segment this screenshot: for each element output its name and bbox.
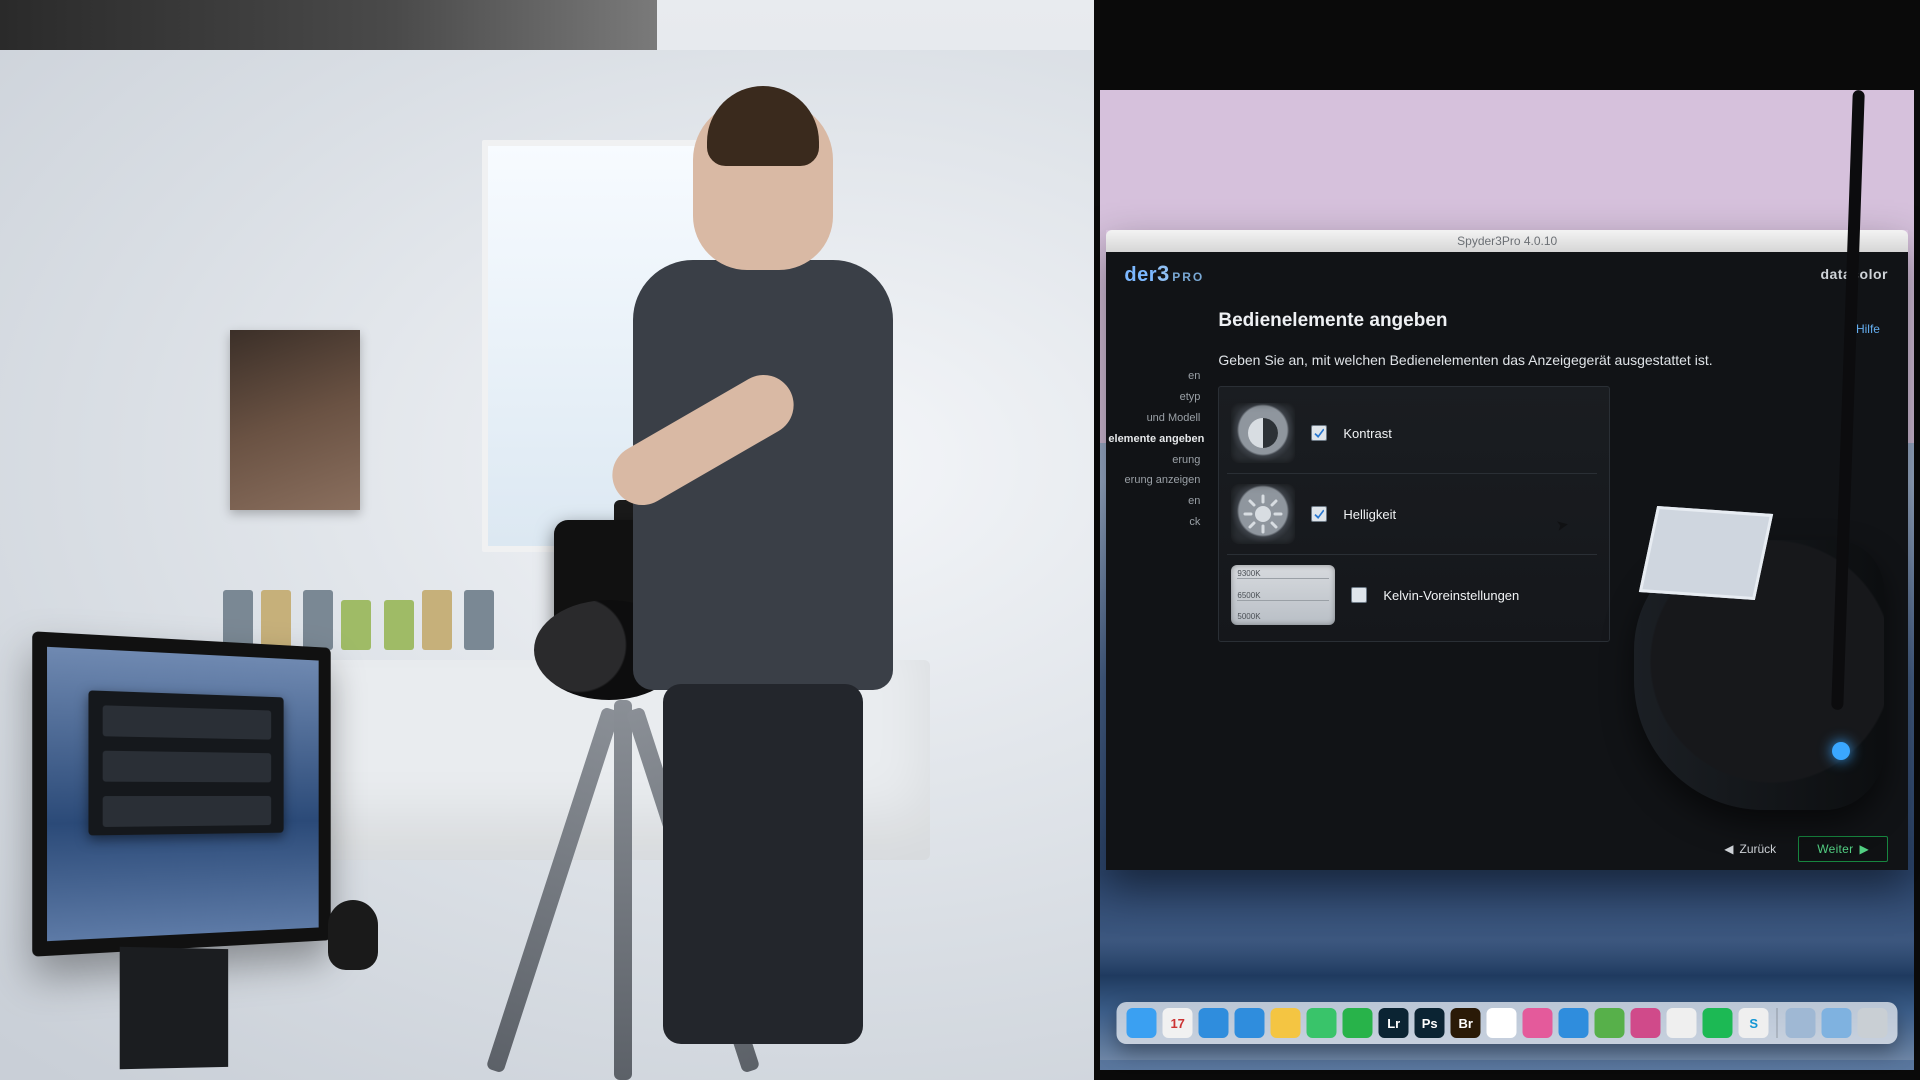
presenter (613, 100, 913, 980)
kelvin-presets-icon: 9300K 6500K 5000K (1231, 565, 1335, 625)
dock-app-appstore[interactable] (1559, 1008, 1589, 1038)
step-item-active[interactable]: elemente angeben (1108, 429, 1200, 450)
mirrored-app-window (88, 690, 283, 835)
label-kelvin: Kelvin-Voreinstellungen (1383, 588, 1519, 603)
checkbox-kelvin[interactable] (1351, 587, 1367, 603)
control-row-kontrast: Kontrast (1227, 393, 1597, 474)
dock-app-evernote[interactable] (1595, 1008, 1625, 1038)
monitor-closeup: Spyder3Pro 4.0.10 der3PRO datacolor ? Hi… (1094, 0, 1920, 1080)
step-item[interactable]: etyp (1108, 387, 1200, 408)
step-item[interactable]: erung (1108, 450, 1200, 471)
dock-app-photoshop[interactable]: Ps (1415, 1008, 1445, 1038)
wizard-steps: en etyp und Modell elemente angeben erun… (1106, 296, 1206, 828)
step-item[interactable]: und Modell (1108, 408, 1200, 429)
dock-app-instagram[interactable] (1631, 1008, 1661, 1038)
checkbox-helligkeit[interactable] (1311, 506, 1327, 522)
label-helligkeit: Helligkeit (1343, 507, 1396, 522)
step-item[interactable]: en (1108, 366, 1200, 387)
desk-monitor (33, 640, 318, 1020)
dock-app-folder[interactable] (1822, 1008, 1852, 1038)
dock-app-safari[interactable] (1199, 1008, 1229, 1038)
dock-app-whatsapp[interactable] (1343, 1008, 1373, 1038)
studio-scene (0, 0, 1094, 1080)
step-item[interactable]: en (1108, 491, 1200, 512)
dock-app-photos[interactable] (1487, 1008, 1517, 1038)
dock-app-lightroom[interactable]: Lr (1379, 1008, 1409, 1038)
dock-app-spotify[interactable] (1703, 1008, 1733, 1038)
titlebar[interactable]: Spyder3Pro 4.0.10 (1106, 230, 1908, 252)
product-brand: der3PRO (1124, 261, 1204, 287)
dock-app-skype[interactable]: S (1739, 1008, 1769, 1038)
checkbox-kontrast[interactable] (1311, 425, 1327, 441)
control-row-helligkeit: Helligkeit (1227, 474, 1597, 555)
device-led-icon (1832, 742, 1850, 760)
dock-app-finder[interactable] (1127, 1008, 1157, 1038)
dock-separator (1777, 1008, 1778, 1038)
dock-app-trash[interactable] (1858, 1008, 1888, 1038)
dock-app-bridge[interactable]: Br (1451, 1008, 1481, 1038)
control-row-kelvin: 9300K 6500K 5000K Kelvin-Voreinstellunge… (1227, 555, 1597, 635)
macos-dock[interactable]: 17 LrPsBr S (1117, 1002, 1898, 1044)
window-title: Spyder3Pro 4.0.10 (1457, 234, 1557, 248)
desk-mouse (328, 900, 378, 970)
dock-app-itunes[interactable] (1523, 1008, 1553, 1038)
back-button[interactable]: ◀Zurück (1724, 842, 1776, 856)
wizard-footer: ◀Zurück Weiter▶ (1106, 828, 1908, 870)
page-lead: Geben Sie an, mit welchen Bedienelemente… (1218, 352, 1880, 368)
controls-panel: Kontrast (1218, 386, 1610, 642)
ceiling (0, 0, 657, 50)
brand-bar: der3PRO datacolor (1106, 252, 1908, 296)
page-heading: Bedienelemente angeben (1218, 310, 1880, 332)
dock-app-chrome[interactable] (1271, 1008, 1301, 1038)
dock-app-calendar[interactable]: 17 (1163, 1008, 1193, 1038)
dock-app-downloads[interactable] (1786, 1008, 1816, 1038)
step-item[interactable]: ck (1108, 512, 1200, 533)
brightness-icon (1231, 484, 1295, 544)
contrast-icon (1231, 403, 1295, 463)
label-kontrast: Kontrast (1343, 426, 1391, 441)
next-button[interactable]: Weiter▶ (1798, 836, 1888, 862)
dock-app-slack[interactable] (1667, 1008, 1697, 1038)
dock-app-messages[interactable] (1307, 1008, 1337, 1038)
wall-poster (230, 330, 360, 510)
step-item[interactable]: erung anzeigen (1108, 470, 1200, 491)
dock-app-mail[interactable] (1235, 1008, 1265, 1038)
